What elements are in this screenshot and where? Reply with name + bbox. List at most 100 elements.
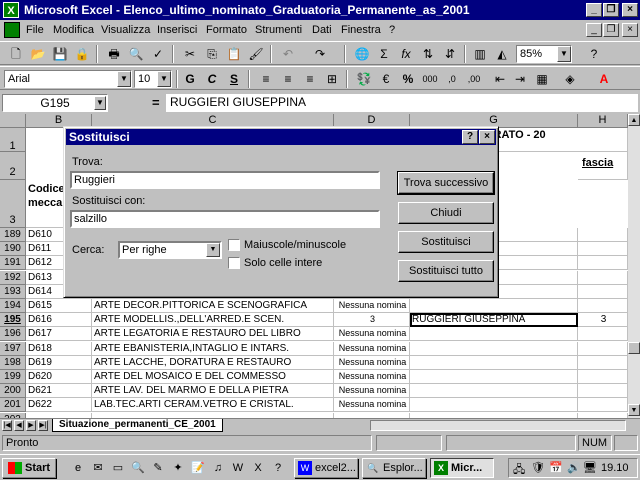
- chevron-down-icon[interactable]: ▼: [557, 46, 571, 62]
- bold-button[interactable]: G: [180, 70, 200, 88]
- help-icon[interactable]: ?: [584, 45, 604, 63]
- row-header[interactable]: 196: [0, 327, 26, 341]
- cell-b[interactable]: D619: [26, 356, 92, 370]
- cell-h[interactable]: [578, 356, 628, 370]
- scroll-thumb[interactable]: [628, 342, 640, 354]
- excel-app-icon[interactable]: X: [3, 2, 19, 18]
- first-sheet-icon[interactable]: |◀: [2, 420, 12, 431]
- cell-c[interactable]: ARTE LACCHE, DORATURA E RESTAURO: [92, 356, 334, 370]
- cell-c[interactable]: ARTE DECOR.PITTORICA E SCENOGRAFICA: [92, 299, 334, 313]
- redo-icon[interactable]: ↷: [310, 45, 330, 63]
- find-next-button[interactable]: Trova successivo: [397, 171, 495, 195]
- doc-minimize-button[interactable]: _: [586, 23, 602, 37]
- chevron-down-icon[interactable]: ▼: [117, 71, 131, 87]
- replace-input[interactable]: salzillo: [70, 210, 380, 228]
- help-icon[interactable]: ?: [270, 460, 286, 476]
- column-header-h[interactable]: H: [578, 114, 628, 128]
- drawing-icon[interactable]: ◭: [492, 45, 512, 63]
- chevron-down-icon[interactable]: ▼: [206, 243, 220, 257]
- ie-icon[interactable]: e: [70, 460, 86, 476]
- workbook-icon[interactable]: [4, 22, 20, 38]
- cell-g[interactable]: [410, 384, 578, 398]
- cell-b[interactable]: D622: [26, 398, 92, 412]
- restore-button[interactable]: ❐: [603, 3, 619, 17]
- increase-indent-icon[interactable]: ⇥: [510, 70, 530, 88]
- last-sheet-icon[interactable]: ▶|: [38, 420, 48, 431]
- new-icon[interactable]: 🗋: [6, 45, 26, 63]
- select-all-corner[interactable]: [0, 114, 26, 128]
- row-header[interactable]: 195: [0, 313, 26, 327]
- whole-cells-checkbox[interactable]: [228, 257, 240, 269]
- align-center-icon[interactable]: ≡: [278, 70, 298, 88]
- volume-icon[interactable]: 🔊: [567, 461, 581, 474]
- cell-d[interactable]: Nessuna nomina: [334, 327, 410, 341]
- start-button[interactable]: Start: [2, 458, 56, 478]
- outlook-icon[interactable]: ✉: [90, 460, 106, 476]
- italic-button[interactable]: C: [202, 70, 222, 88]
- menu-file[interactable]: File: [26, 24, 44, 36]
- close-button[interactable]: ×: [622, 3, 638, 17]
- cell-d[interactable]: Nessuna nomina: [334, 342, 410, 356]
- menu-dati[interactable]: Dati: [312, 24, 332, 36]
- scroll-up-icon[interactable]: ▲: [628, 114, 640, 126]
- cell-c[interactable]: ARTE EBANISTERIA,INTAGLIO E INTARS.: [92, 342, 334, 356]
- match-case-checkbox[interactable]: [228, 239, 240, 251]
- cell-g[interactable]: RUGGIERI GIUSEPPINA: [410, 313, 578, 327]
- dialog-close-button[interactable]: ×: [479, 130, 495, 144]
- permission-icon[interactable]: 🔒: [72, 45, 92, 63]
- minimize-button[interactable]: _: [586, 3, 602, 17]
- font-size-select[interactable]: 10 ▼: [134, 70, 172, 88]
- copy-icon[interactable]: ⎘: [202, 45, 222, 63]
- task-button-excel[interactable]: X Micr...: [430, 458, 494, 478]
- cell-h[interactable]: [578, 228, 628, 242]
- media-icon[interactable]: ♫: [210, 460, 226, 476]
- cell-b[interactable]: D618: [26, 342, 92, 356]
- notepad-icon[interactable]: 📝: [190, 460, 206, 476]
- menu-modifica[interactable]: Modifica: [53, 24, 94, 36]
- cell-h[interactable]: 3: [578, 313, 628, 327]
- network-icon[interactable]: 🖧: [513, 461, 525, 480]
- cell-h[interactable]: [578, 398, 628, 412]
- cell-b[interactable]: D621: [26, 384, 92, 398]
- scroll-down-icon[interactable]: ▼: [628, 404, 640, 416]
- cell-c[interactable]: ARTE LEGATORIA E RESTAURO DEL LIBRO: [92, 327, 334, 341]
- cell-h[interactable]: [578, 271, 628, 285]
- task-button-explorer[interactable]: 🔍 Esplor...: [362, 458, 426, 478]
- cell-d[interactable]: Nessuna nomina: [334, 370, 410, 384]
- paint-icon[interactable]: ✦: [170, 460, 186, 476]
- formula-input[interactable]: RUGGIERI GIUSEPPINA: [166, 94, 638, 112]
- font-name-select[interactable]: Arial ▼: [4, 70, 132, 88]
- merge-center-icon[interactable]: ⊞: [322, 70, 342, 88]
- clock[interactable]: 19.10: [601, 462, 629, 474]
- desktop-icon[interactable]: ▭: [110, 460, 126, 476]
- dialog-help-button[interactable]: ?: [462, 130, 478, 144]
- decrease-decimal-icon[interactable]: ,00: [464, 70, 484, 88]
- sort-ascending-icon[interactable]: ⇅: [418, 45, 438, 63]
- cell-c[interactable]: ARTE LAV. DEL MARMO E DELLA PIETRA: [92, 384, 334, 398]
- cell-g[interactable]: [410, 370, 578, 384]
- cell-h[interactable]: [578, 256, 628, 270]
- cell-h[interactable]: [578, 342, 628, 356]
- open-icon[interactable]: 📂: [28, 45, 48, 63]
- cell-h[interactable]: [578, 370, 628, 384]
- row-header[interactable]: 1: [0, 128, 26, 152]
- undo-icon[interactable]: ↶: [278, 45, 298, 63]
- header-cell[interactable]: fascia: [578, 152, 628, 180]
- doc-restore-button[interactable]: ❐: [603, 23, 619, 37]
- explorer-icon[interactable]: 🔍: [130, 460, 146, 476]
- replace-all-button[interactable]: Sostituisci tutto: [398, 260, 494, 282]
- menu-strumenti[interactable]: Strumenti: [255, 24, 302, 36]
- row-header[interactable]: 197: [0, 342, 26, 356]
- decrease-indent-icon[interactable]: ⇤: [490, 70, 510, 88]
- row-header[interactable]: 2: [0, 152, 26, 180]
- font-color-icon[interactable]: A: [594, 70, 614, 88]
- row-header[interactable]: 194: [0, 299, 26, 313]
- menu-inserisci[interactable]: Inserisci: [157, 24, 197, 36]
- schedule-icon[interactable]: 📅: [549, 461, 563, 474]
- sheet-tab[interactable]: Situazione_permanenti_CE_2001: [52, 419, 223, 432]
- print-preview-icon[interactable]: 🔍: [126, 45, 146, 63]
- align-left-icon[interactable]: ≡: [256, 70, 276, 88]
- spelling-icon[interactable]: ✓: [148, 45, 168, 63]
- cell-h[interactable]: [578, 285, 628, 299]
- row-header[interactable]: 190: [0, 242, 26, 256]
